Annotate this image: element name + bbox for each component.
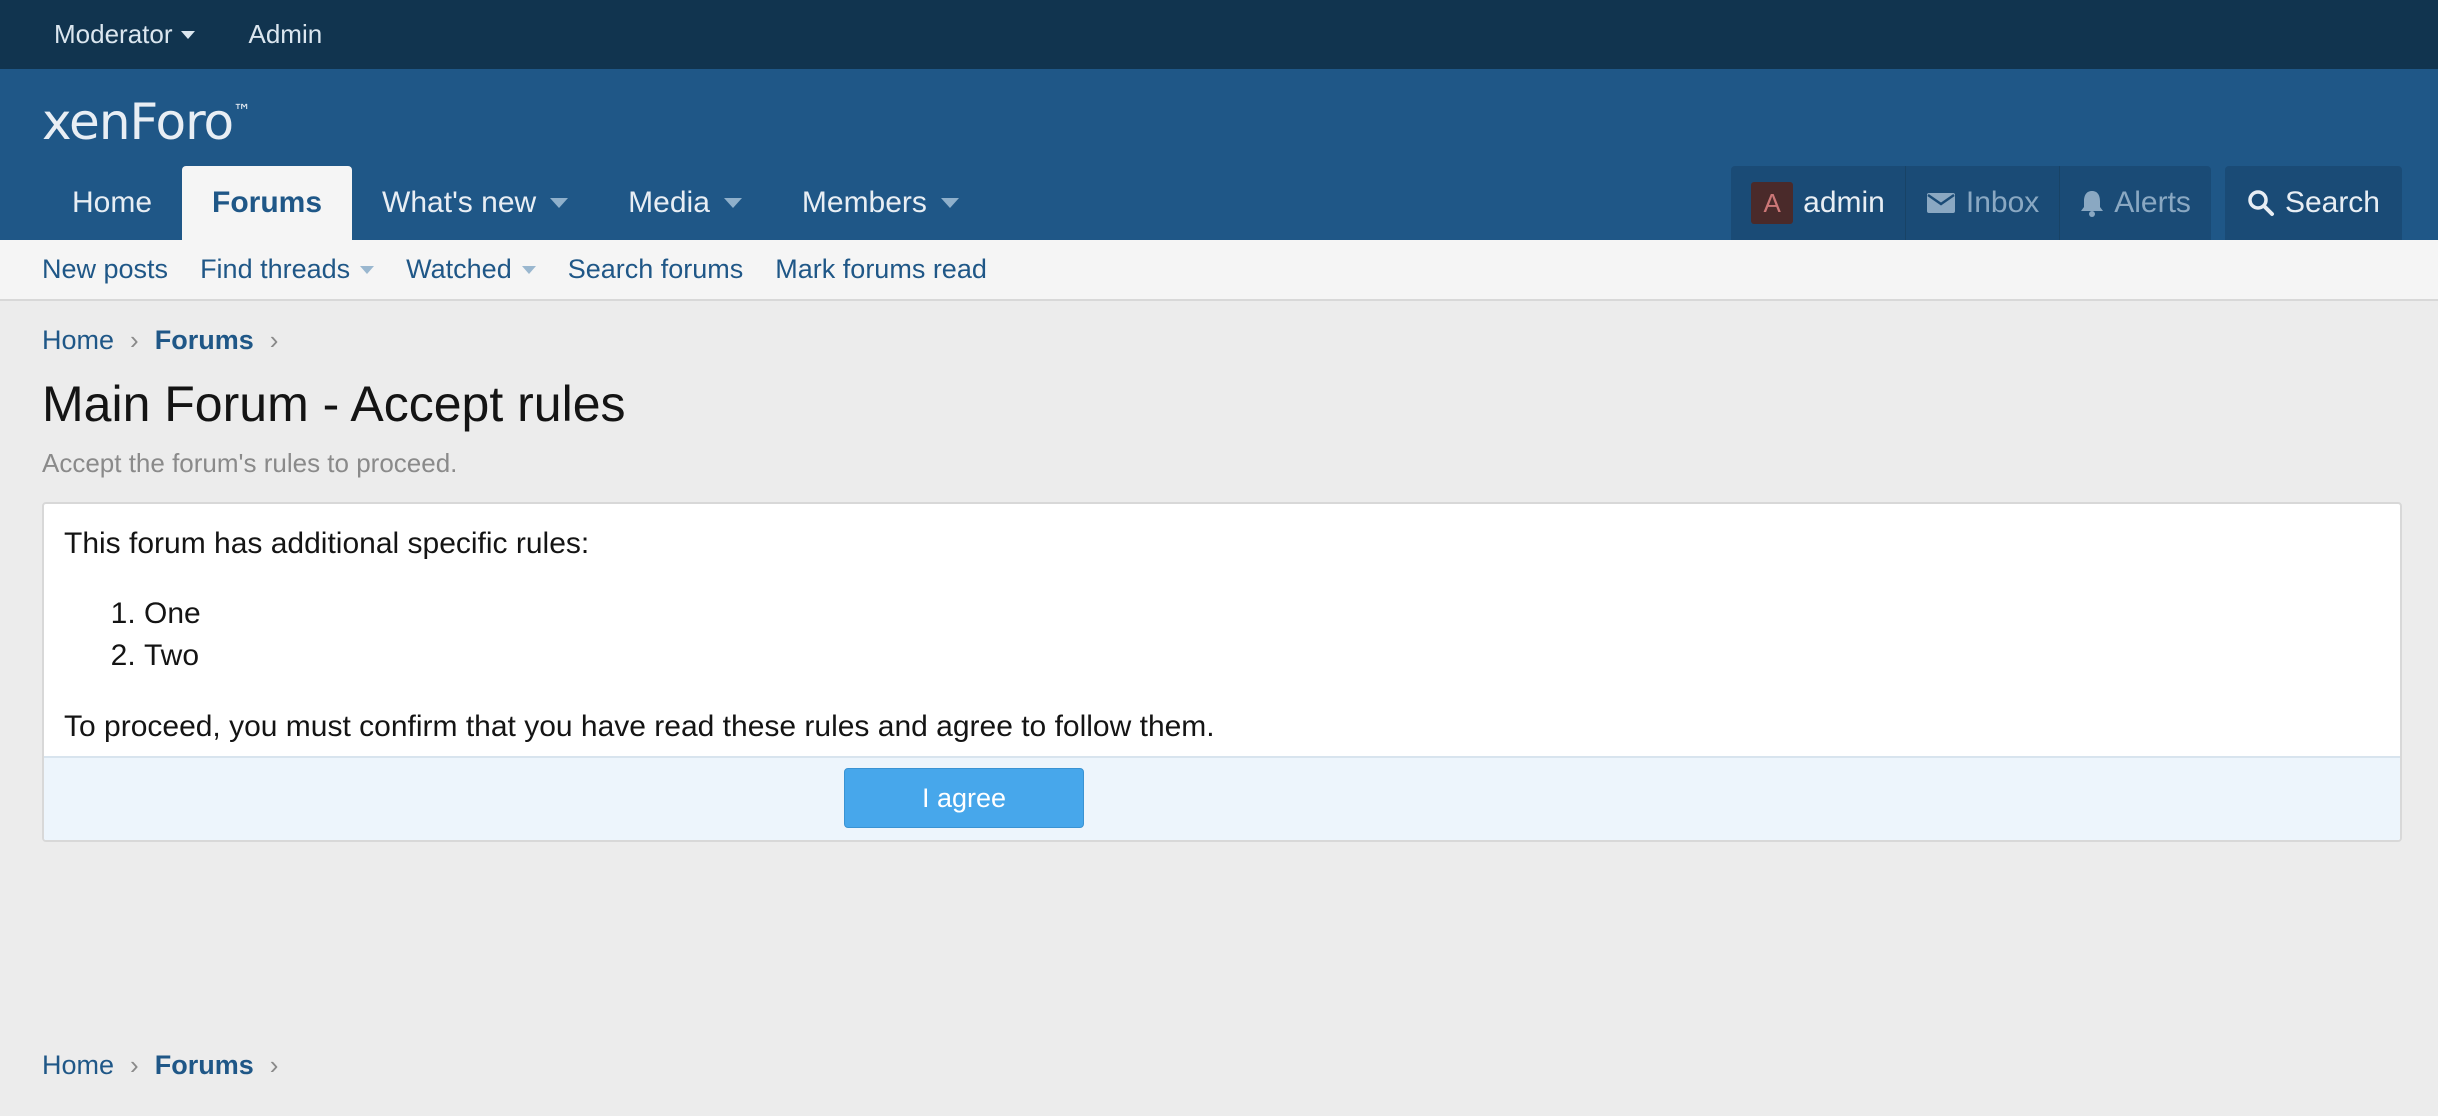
- find-threads-label: Find threads: [200, 254, 351, 284]
- watched-link[interactable]: Watched: [406, 254, 536, 285]
- inbox-link[interactable]: Inbox: [1904, 166, 2059, 240]
- site-logo[interactable]: xenForo™: [42, 93, 251, 151]
- chevron-down-icon[interactable]: [940, 198, 959, 208]
- alerts-link[interactable]: Alerts: [2059, 166, 2211, 240]
- username: admin: [1803, 186, 1885, 219]
- admin-link[interactable]: Admin: [249, 19, 323, 50]
- tab-label: Home: [72, 186, 153, 219]
- alerts-label: Alerts: [2114, 186, 2191, 219]
- page-description: Accept the forum's rules to proceed.: [42, 448, 458, 478]
- chevron-down-icon[interactable]: [550, 198, 569, 208]
- breadcrumb-forums[interactable]: Forums: [155, 325, 254, 356]
- breadcrumb-home[interactable]: Home: [42, 325, 114, 356]
- chevron-right-icon: ›: [269, 325, 279, 355]
- search-button[interactable]: Search: [2224, 166, 2402, 240]
- tab-whats-new[interactable]: What's new: [352, 166, 598, 240]
- new-posts-link[interactable]: New posts: [42, 254, 168, 285]
- user-nav: A admin Inbox Alerts Search: [1731, 166, 2402, 240]
- tab-members[interactable]: Members: [772, 166, 989, 240]
- tab-label: What's new: [382, 186, 537, 219]
- avatar: A: [1751, 182, 1794, 224]
- staff-bar: Moderator Admin: [0, 0, 2438, 69]
- chevron-down-icon[interactable]: [521, 265, 536, 274]
- breadcrumb-home[interactable]: Home: [42, 1050, 114, 1081]
- chevron-down-icon[interactable]: [360, 265, 375, 274]
- rules-confirm-text: To proceed, you must confirm that you ha…: [64, 709, 1215, 743]
- search-icon: [2248, 190, 2274, 216]
- find-threads-link[interactable]: Find threads: [200, 254, 375, 285]
- chevron-right-icon: ›: [130, 1050, 139, 1080]
- chevron-right-icon: ›: [130, 325, 139, 355]
- tab-media[interactable]: Media: [598, 166, 772, 240]
- main-nav: Home Forums What's new Media Members: [42, 166, 989, 240]
- site-header: xenForo™ Home Forums What's new Media Me…: [0, 69, 2438, 240]
- logo-text: xenForo: [42, 93, 234, 151]
- search-forums-link[interactable]: Search forums: [568, 254, 744, 285]
- rules-body: This forum has additional specific rules…: [44, 504, 2400, 747]
- tab-label: Forums: [212, 186, 323, 219]
- form-footer: I agree: [44, 756, 2400, 840]
- moderator-menu[interactable]: Moderator: [54, 19, 195, 50]
- account-menu[interactable]: A admin: [1731, 166, 1905, 240]
- bell-icon: [2081, 191, 2104, 217]
- watched-label: Watched: [406, 254, 512, 284]
- logo-trademark: ™: [233, 101, 251, 122]
- tab-forums[interactable]: Forums: [182, 166, 353, 240]
- chevron-down-icon: [180, 30, 195, 39]
- list-item: Two: [144, 635, 2380, 677]
- list-item: One: [144, 593, 2380, 635]
- page-title: Main Forum - Accept rules: [42, 376, 626, 432]
- rules-block: This forum has additional specific rules…: [42, 502, 2402, 842]
- chevron-down-icon[interactable]: [723, 198, 742, 208]
- envelope-icon: [1926, 193, 1955, 213]
- moderator-label: Moderator: [54, 19, 173, 49]
- chevron-right-icon: ›: [269, 1050, 279, 1080]
- tab-label: Members: [801, 186, 927, 219]
- agree-button[interactable]: I agree: [844, 768, 1084, 828]
- rules-list: One Two: [144, 593, 2380, 677]
- user-nav-group: A admin Inbox Alerts: [1731, 166, 2211, 240]
- inbox-label: Inbox: [1965, 186, 2040, 219]
- rules-intro: This forum has additional specific rules…: [64, 527, 590, 560]
- tab-label: Media: [628, 186, 710, 219]
- breadcrumb: Home › Forums ›: [42, 325, 278, 356]
- mark-forums-read-link[interactable]: Mark forums read: [775, 254, 987, 285]
- breadcrumb-bottom: Home › Forums ›: [42, 1050, 278, 1081]
- sub-nav: New posts Find threads Watched Search fo…: [0, 240, 2438, 301]
- tab-home[interactable]: Home: [42, 166, 182, 240]
- breadcrumb-forums[interactable]: Forums: [155, 1050, 254, 1081]
- search-label: Search: [2284, 186, 2380, 219]
